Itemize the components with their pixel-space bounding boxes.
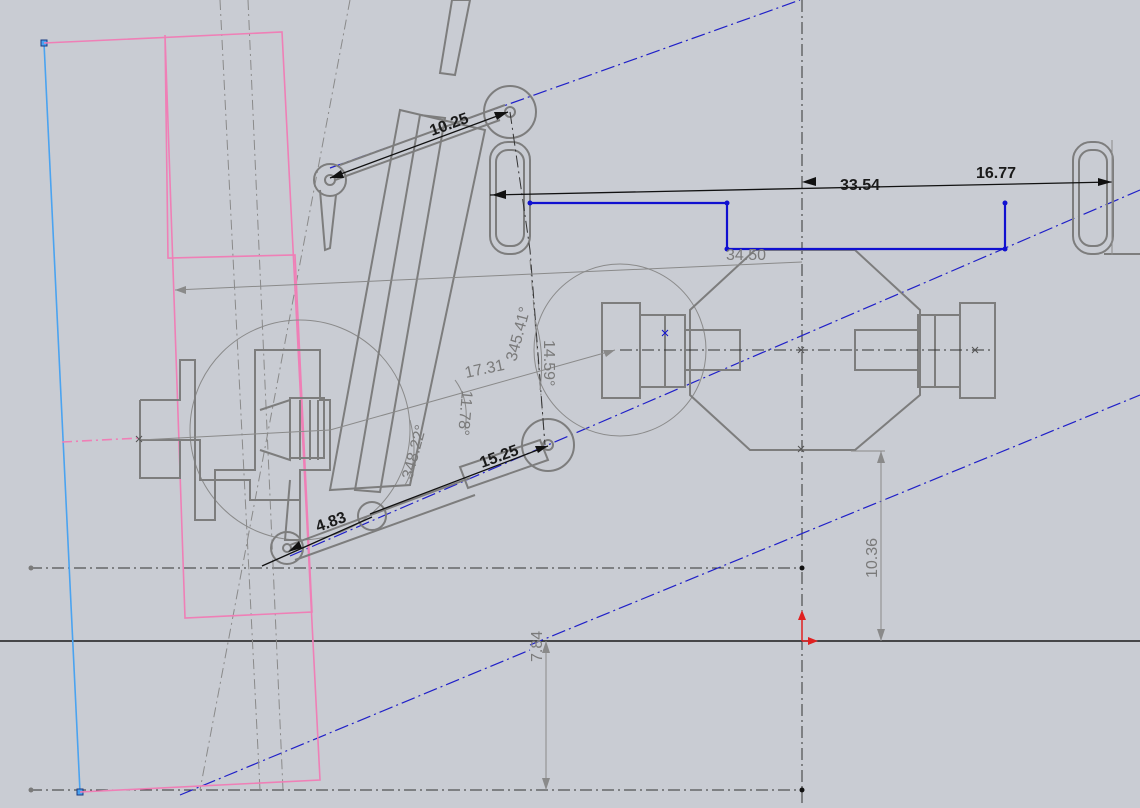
construction-line-gray[interactable]: [247, 0, 284, 791]
dimension-345-41[interactable]: 345.41°: [503, 305, 534, 363]
selected-rack-sketch[interactable]: [530, 201, 1007, 251]
construction-line-gray[interactable]: [199, 0, 351, 791]
sketch-canvas[interactable]: 10.25 33.54 16.77 34.50 17.31 345.41° 14…: [0, 0, 1140, 803]
sketch-viewport[interactable]: 10.25 33.54 16.77 34.50 17.31 345.41° 14…: [0, 0, 1140, 803]
reference-line-light-blue[interactable]: [43, 42, 81, 793]
dimension-16-77[interactable]: 16.77: [976, 165, 1016, 182]
pink-centerline[interactable]: [61, 437, 141, 443]
dimension-4-83[interactable]: 4.83: [314, 509, 349, 536]
centerline-endpoint[interactable]: [799, 565, 805, 571]
construction-line-blue[interactable]: [179, 649, 531, 796]
pink-wheel-outline[interactable]: [43, 31, 321, 793]
construction-line-blue[interactable]: [529, 394, 1140, 646]
dimension-7-84[interactable]: 7.84: [529, 631, 546, 662]
centerline-endpoint[interactable]: [799, 787, 805, 793]
pivot-upper-left[interactable]: [313, 163, 347, 197]
construction-line-blue[interactable]: [289, 189, 1140, 557]
pink-tire-section[interactable]: [164, 34, 313, 619]
centerline-endpoint[interactable]: [28, 787, 34, 793]
dimension-14-59[interactable]: 14.59°: [540, 340, 557, 386]
pivot-lower-right[interactable]: [521, 418, 575, 472]
centerline-endpoint[interactable]: [28, 565, 34, 571]
dimension-34-50[interactable]: 34.50: [726, 247, 766, 264]
dimension-10-36[interactable]: 10.36: [864, 538, 881, 578]
dimension-15-25[interactable]: 15.25: [478, 442, 522, 472]
upper-a-arm[interactable]: [328, 0, 506, 494]
origin-axes-icon[interactable]: [798, 610, 818, 645]
dimension-33-54[interactable]: 33.54: [840, 177, 880, 194]
dimension-11-78[interactable]: 11.78°: [454, 390, 475, 437]
dimension-17-31[interactable]: 17.31: [463, 357, 506, 382]
dimension-10-25[interactable]: 10.25: [428, 110, 472, 140]
dimension-348-22[interactable]: 348.22°: [399, 423, 430, 481]
